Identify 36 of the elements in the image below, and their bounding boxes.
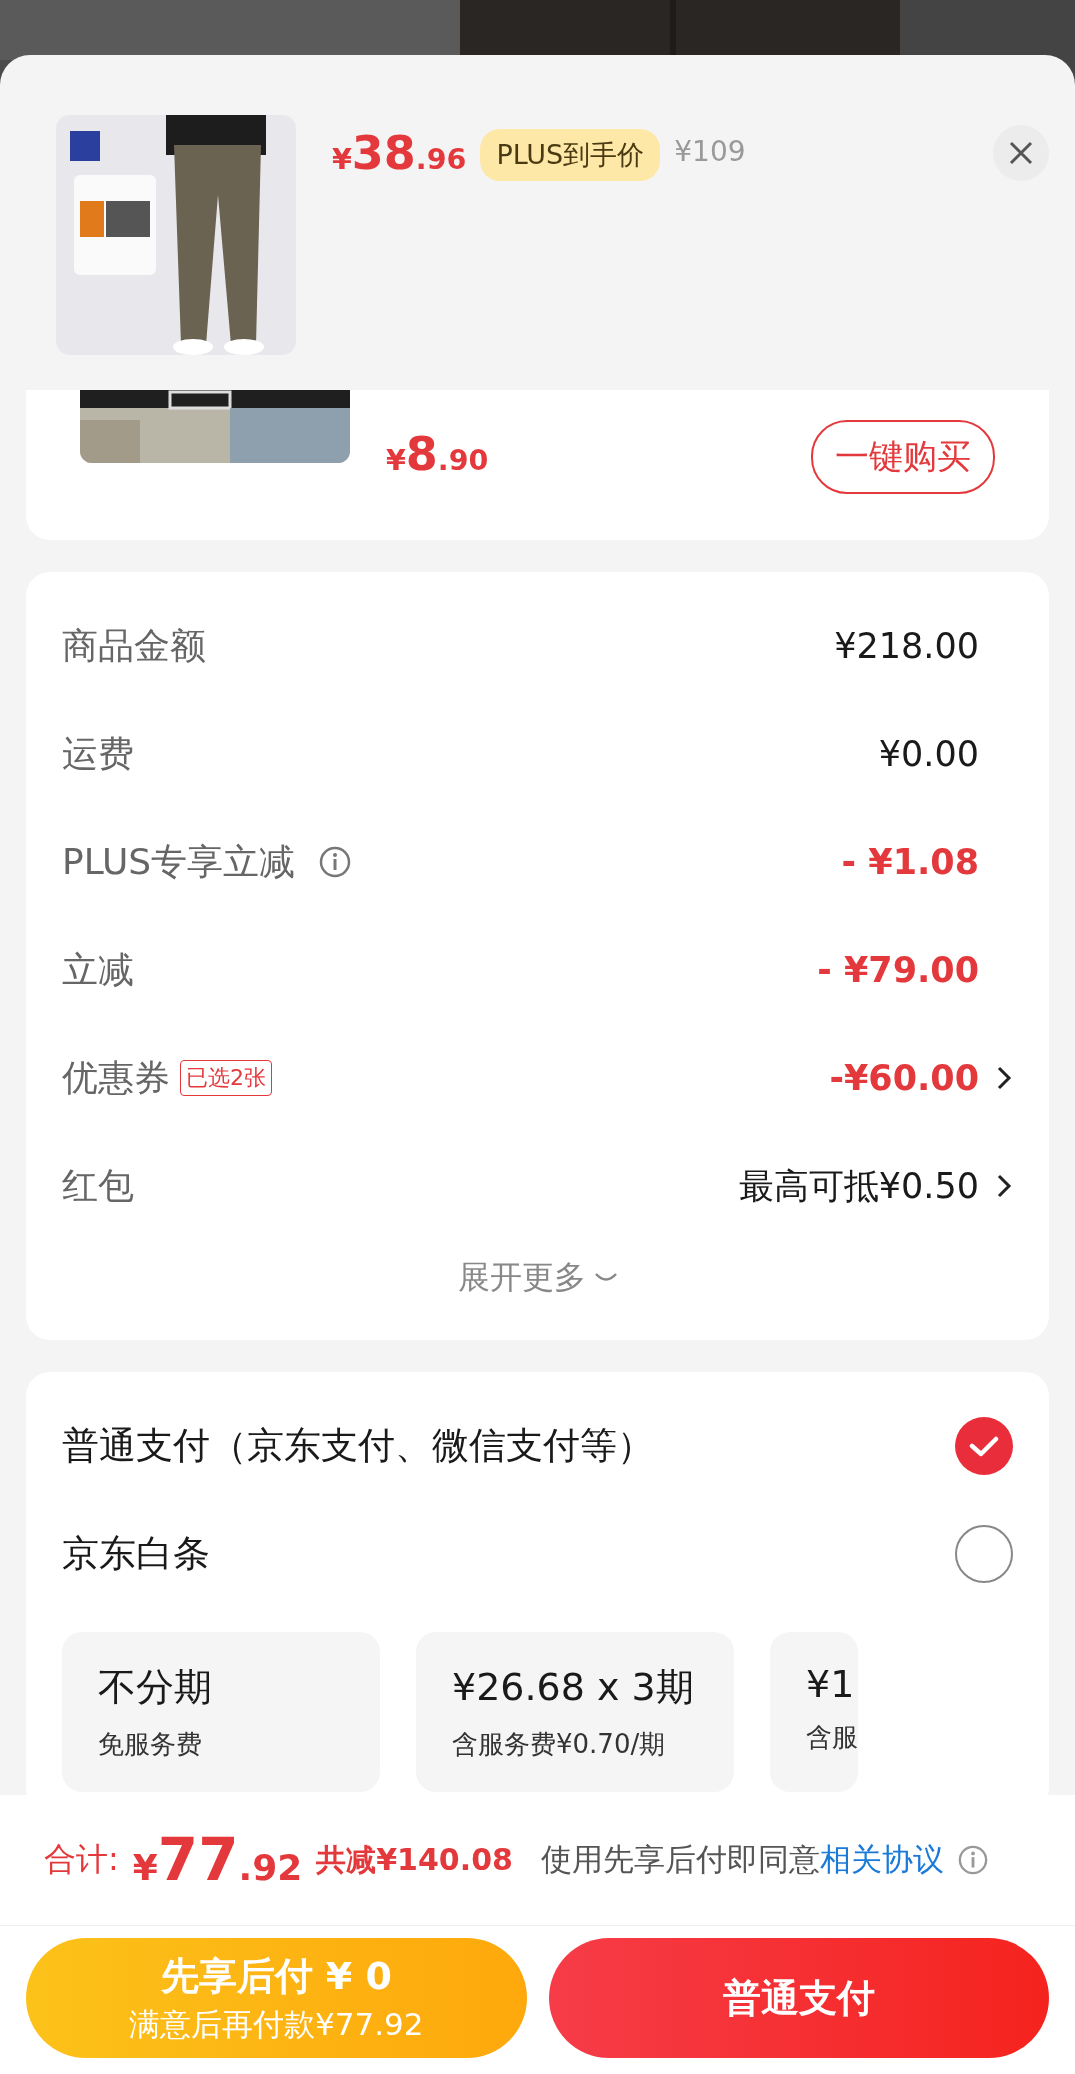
row-amount: - ¥1.08 [841,842,979,882]
row-amount: ¥0.00 [878,734,979,774]
radio-button[interactable] [955,1525,1013,1583]
row-label: 运费 [62,731,134,776]
buy-now-button[interactable]: 一键购买 [811,420,995,494]
total-label: 合计: [44,1839,119,1880]
payment-option-label: 京东白条 [62,1531,210,1577]
expand-more-button[interactable]: 展开更多 [457,1240,618,1320]
total-saving: 共减¥140.08 [316,1840,513,1879]
total-price: ¥77.92 [132,1824,303,1896]
row-amount: 最高可抵¥0.50 [738,1164,979,1208]
row-label: 立减 [62,947,134,992]
info-icon[interactable] [957,1845,988,1875]
price: ¥38.96 [332,125,467,182]
coupon-count-tag: 已选2张 [180,1060,272,1096]
row-label: PLUS专享立减 [62,839,296,884]
row-amount: ¥218.00 [834,626,979,666]
row-amount: - ¥79.00 [817,950,979,990]
installment-option[interactable]: ¥1 含服 [770,1632,858,1792]
payment-option-label: 普通支付（京东支付、微信支付等） [62,1423,654,1469]
agreement-link[interactable]: 相关协议 [819,1841,944,1877]
agreement-text: 使用先享后付即同意相关协议 [540,1840,944,1879]
close-icon [1008,140,1034,166]
row-label: 红包 [62,1163,134,1208]
original-price: ¥109 [674,135,746,168]
plus-price-badge: PLUS到手价 [480,129,661,181]
row-amount: -¥60.00 [829,1058,979,1098]
info-icon[interactable] [319,846,352,878]
row-label: 优惠券 [62,1055,170,1100]
installment-option[interactable]: ¥26.68 x 3期 含服务费¥0.70/期 [416,1632,734,1792]
pay-button[interactable]: 普通支付 [548,1938,1049,2058]
check-icon [969,1435,999,1457]
radio-button[interactable] [955,1417,1013,1475]
item-price: ¥8.90 [386,426,489,483]
installment-option[interactable]: 不分期 免服务费 [62,1632,380,1792]
row-label: 商品金额 [62,623,206,668]
